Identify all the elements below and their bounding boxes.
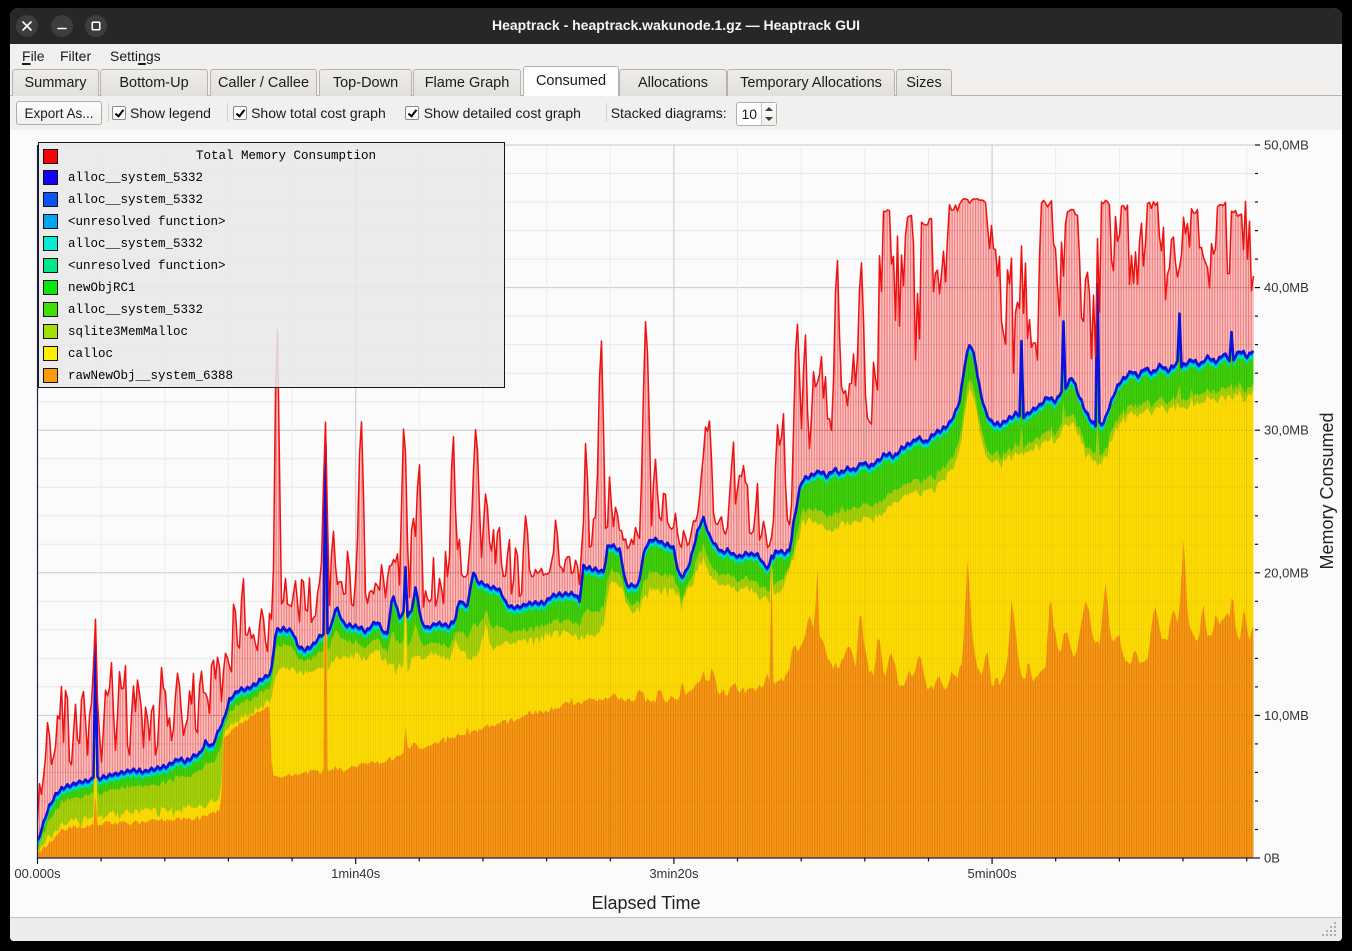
svg-text:00.000s: 00.000s — [14, 866, 61, 881]
svg-text:20,0MB: 20,0MB — [1264, 565, 1309, 580]
svg-text:50,0MB: 50,0MB — [1264, 138, 1309, 153]
svg-text:40,0MB: 40,0MB — [1264, 280, 1309, 295]
svg-text:30,0MB: 30,0MB — [1264, 423, 1309, 438]
svg-text:0B: 0B — [1264, 851, 1280, 866]
svg-text:3min20s: 3min20s — [649, 866, 699, 881]
svg-text:Elapsed Time: Elapsed Time — [591, 893, 700, 913]
svg-text:5min00s: 5min00s — [968, 866, 1018, 881]
svg-text:1min40s: 1min40s — [331, 866, 381, 881]
svg-text:10,0MB: 10,0MB — [1264, 708, 1309, 723]
svg-text:Memory Consumed: Memory Consumed — [1317, 412, 1337, 569]
